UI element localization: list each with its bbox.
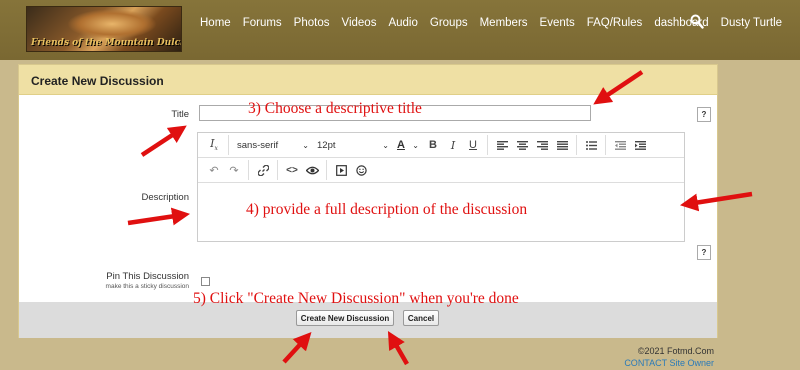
annotation-arrows [127, 70, 753, 366]
arrow-to-title-input [593, 70, 644, 105]
arrow-to-cancel-button [387, 330, 409, 366]
arrow-to-title-label [140, 125, 187, 157]
arrow-to-description-label [127, 207, 191, 226]
footer-copyright: ©2021 Fotmd.Com [638, 346, 714, 356]
arrow-to-description-editor [679, 191, 753, 212]
footer-contact: CONTACT Site Owner [624, 358, 714, 368]
copyright-text: ©2021 Fotmd.Com [637, 346, 714, 356]
contact-site-owner-link[interactable]: CONTACT Site Owner [624, 358, 714, 368]
arrow-to-create-button [282, 332, 312, 364]
